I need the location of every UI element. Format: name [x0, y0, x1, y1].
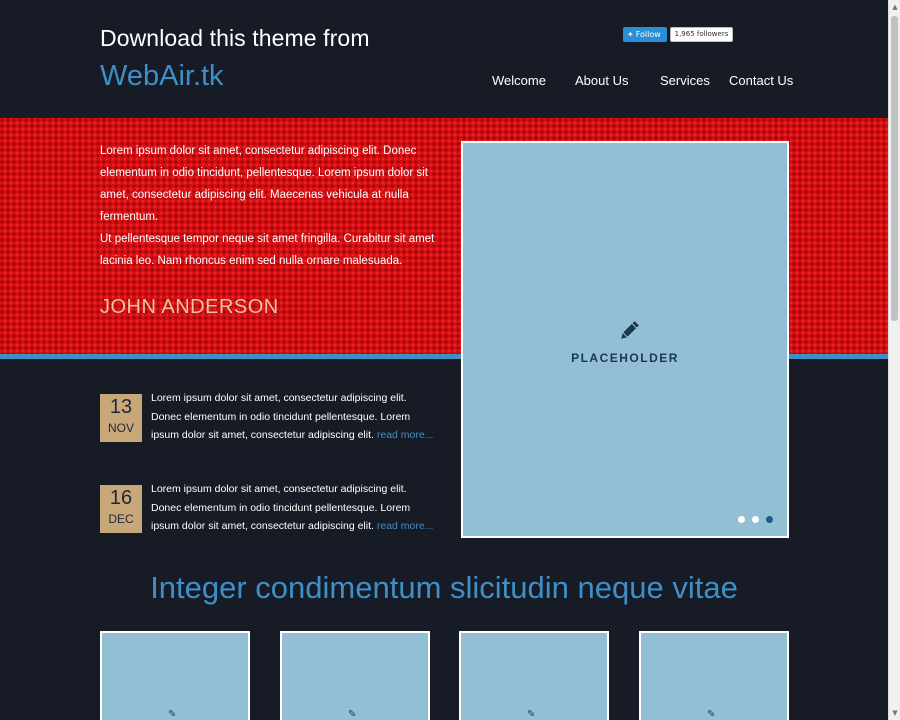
twitter-bird-icon: ✦ [627, 30, 634, 39]
site-header: Download this theme from WebAir.tk ✦ Foll… [0, 0, 888, 118]
date-day: 13 [109, 396, 133, 418]
pencil-icon [621, 321, 639, 339]
image-slider[interactable]: PLACEHOLDER [461, 141, 789, 538]
date-month: NOV [107, 421, 134, 435]
twitter-follow-label: Follow [635, 30, 661, 39]
thumbnail-placeholder[interactable]: ✎ [280, 631, 430, 720]
slider-dot-1[interactable] [738, 516, 745, 523]
news-text: Lorem ipsum dolor sit amet, consectetur … [151, 480, 436, 536]
logo-line2[interactable]: WebAir.tk [100, 60, 224, 93]
scroll-down-arrow-icon[interactable]: ▼ [889, 706, 900, 720]
thumbnail-placeholder[interactable]: ✎ [639, 631, 789, 720]
pencil-icon: ✎ [527, 709, 536, 720]
news-item: 13 NOV Lorem ipsum dolor sit amet, conse… [100, 392, 440, 444]
read-more-link[interactable]: read more... [377, 429, 434, 441]
scroll-thumb[interactable] [891, 16, 898, 321]
hero-paragraph-2: Ut pellentesque tempor neque sit amet fr… [100, 233, 435, 267]
pencil-icon: ✎ [348, 709, 357, 720]
news-item: 16 DEC Lorem ipsum dolor sit amet, conse… [100, 483, 440, 535]
news-text: Lorem ipsum dolor sit amet, consectetur … [151, 389, 436, 445]
section-heading: Integer condimentum slicitudin neque vit… [150, 570, 738, 605]
date-badge: 16 DEC [100, 485, 142, 533]
slider-dot-2[interactable] [752, 516, 759, 523]
scroll-up-arrow-icon[interactable]: ▲ [889, 0, 900, 14]
news-body: Lorem ipsum dolor sit amet, consectetur … [151, 392, 411, 441]
date-month: DEC [108, 512, 134, 526]
thumbnail-placeholder[interactable]: ✎ [459, 631, 609, 720]
nav-item-about-us[interactable]: About Us [575, 73, 628, 88]
placeholder-label: PLACEHOLDER [571, 351, 679, 365]
logo-line1[interactable]: Download this theme from [100, 25, 370, 52]
twitter-follow-button[interactable]: ✦ Follow [623, 27, 667, 42]
read-more-link[interactable]: read more... [377, 520, 434, 532]
news-body: Lorem ipsum dolor sit amet, consectetur … [151, 483, 411, 532]
followers-count-badge[interactable]: 1,965 followers [670, 27, 733, 42]
nav-item-contact-us[interactable]: Contact Us [729, 73, 793, 88]
pencil-icon: ✎ [707, 709, 716, 720]
vertical-scrollbar[interactable]: ▲ ▼ [888, 0, 900, 720]
nav-item-welcome[interactable]: Welcome [492, 73, 546, 88]
date-day: 16 [109, 487, 133, 509]
slider-dot-3[interactable] [766, 516, 773, 523]
pencil-icon: ✎ [168, 709, 177, 720]
page: Download this theme from WebAir.tk ✦ Foll… [0, 0, 888, 720]
author-name: JOHN ANDERSON [100, 296, 279, 318]
date-badge: 13 NOV [100, 394, 142, 442]
nav-item-services[interactable]: Services [660, 73, 710, 88]
thumbnail-placeholder[interactable]: ✎ [100, 631, 250, 720]
hero-paragraph-1: Lorem ipsum dolor sit amet, consectetur … [100, 145, 428, 223]
